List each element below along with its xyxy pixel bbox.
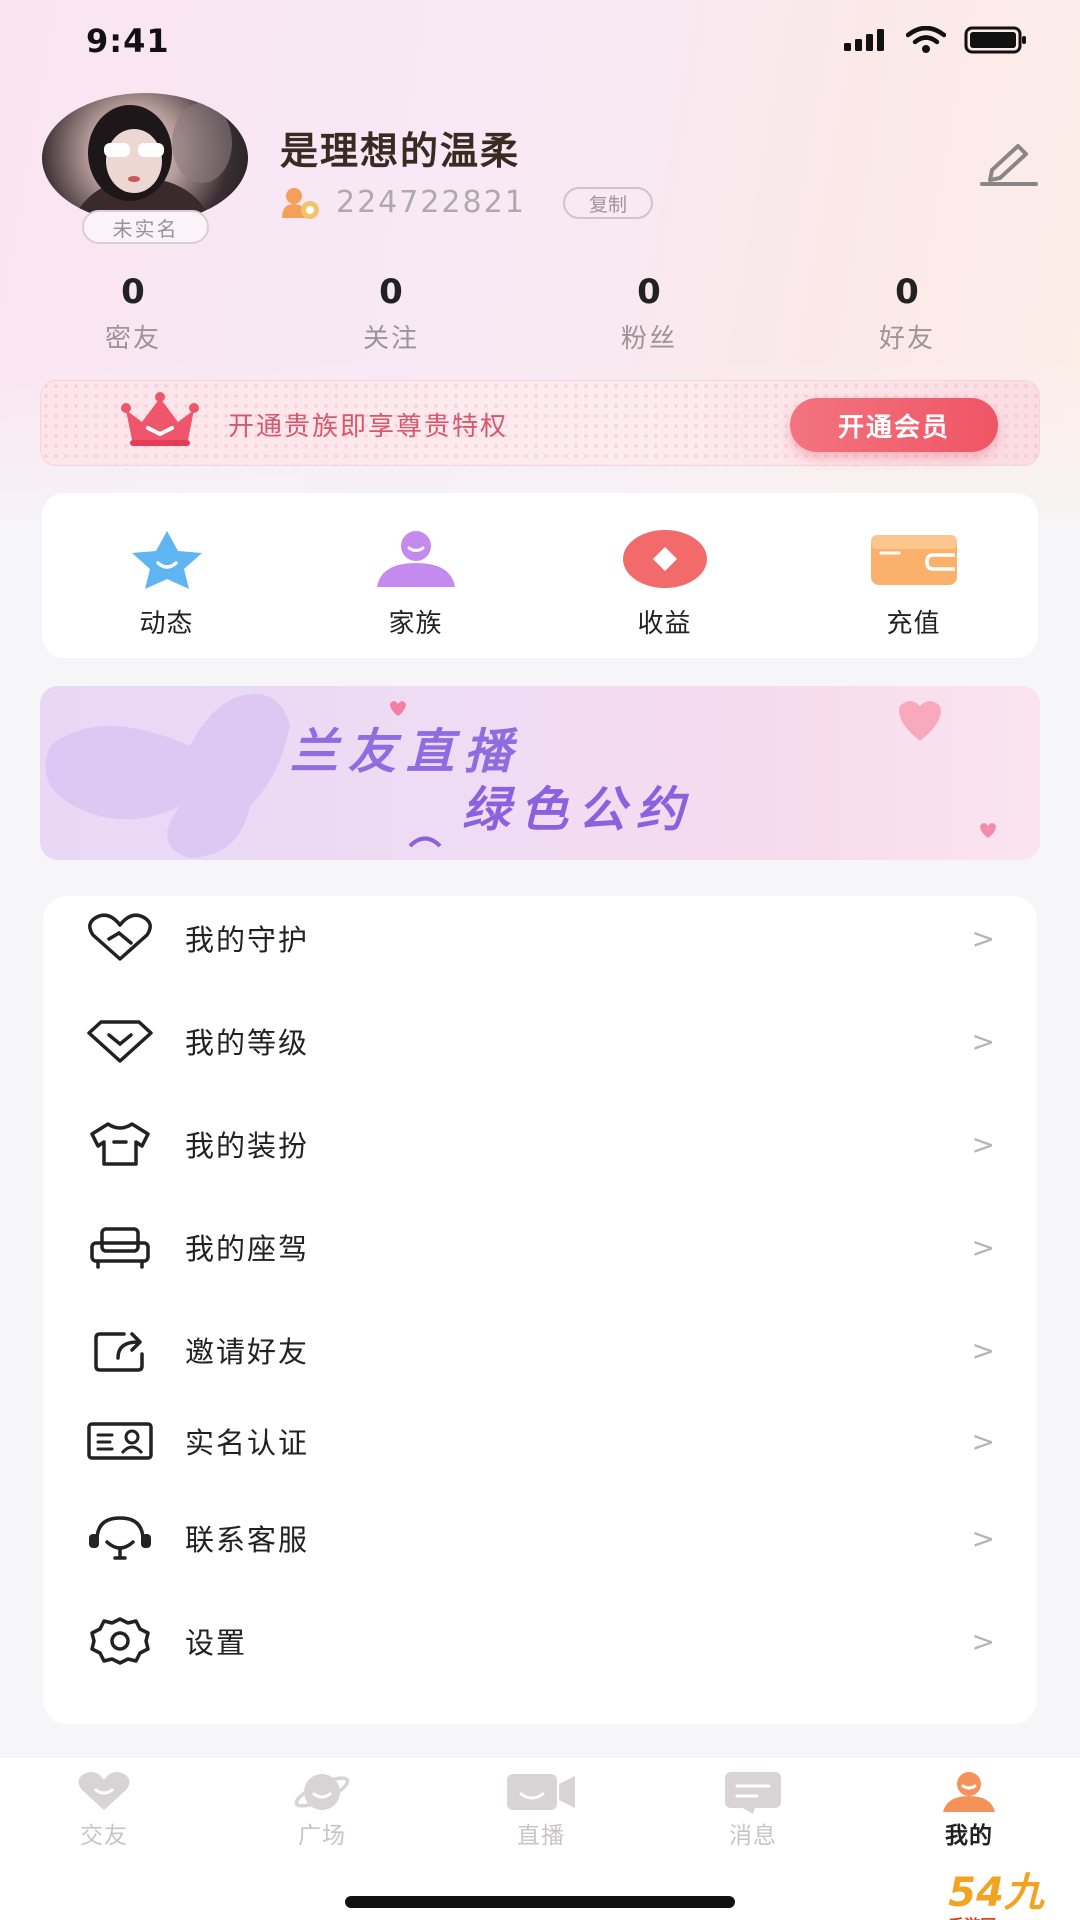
menu-item-settings[interactable]: 设置 > — [43, 1599, 1037, 1683]
home-indicator — [345, 1896, 735, 1908]
edit-icon[interactable] — [978, 140, 1040, 186]
quick-action-recharge[interactable]: 充值 — [789, 493, 1038, 658]
stat-value: 0 — [121, 272, 145, 312]
quick-actions: 动态 家族 收益 充值 — [42, 493, 1038, 658]
menu-label: 邀请好友 — [185, 1335, 310, 1369]
heart-handshake-icon — [85, 908, 155, 968]
watermark-subtext: 手游网 .com.cn — [948, 1912, 1072, 1920]
watermark-text: 54九 — [948, 1870, 1044, 1916]
stat-close-friends[interactable]: 0 密友 — [4, 272, 262, 355]
share-icon — [85, 1320, 155, 1380]
menu-item-my-mount[interactable]: 我的座驾 > — [43, 1205, 1037, 1289]
quick-action-earnings[interactable]: 收益 — [540, 493, 789, 658]
car-seat-icon — [85, 1217, 155, 1277]
user-id: 224722821 — [336, 185, 526, 220]
chevron-right-icon: > — [971, 1024, 995, 1058]
tab-label: 消息 — [729, 1823, 777, 1849]
tab-dating[interactable]: 交友 — [44, 1770, 164, 1850]
tab-label: 直播 — [517, 1823, 565, 1849]
chevron-right-icon: > — [971, 1624, 995, 1658]
tab-messages[interactable]: 消息 — [693, 1770, 813, 1850]
chevron-right-icon: > — [971, 1333, 995, 1367]
quick-action-label: 充值 — [886, 609, 941, 639]
chevron-right-icon: > — [971, 1127, 995, 1161]
menu-label: 设置 — [185, 1626, 248, 1660]
quick-action-family[interactable]: 家族 — [291, 493, 540, 658]
menu-label: 我的装扮 — [185, 1129, 310, 1163]
stat-value: 0 — [637, 272, 661, 312]
status-icons — [844, 26, 1028, 54]
menu-label: 我的座驾 — [185, 1232, 310, 1266]
stat-following[interactable]: 0 关注 — [262, 272, 520, 355]
quick-action-label: 收益 — [637, 609, 692, 639]
family-icon — [371, 529, 461, 589]
open-vip-button[interactable]: 开通会员 — [790, 398, 998, 452]
menu-list: 我的守护 > 我的等级 > 我的装扮 > 我的座驾 > 邀请好友 > 实名认证 … — [43, 896, 1037, 1724]
verify-badge[interactable]: 未实名 — [82, 210, 209, 244]
tab-label: 广场 — [298, 1823, 346, 1849]
diamond-icon — [85, 1011, 155, 1071]
tab-square[interactable]: 广场 — [262, 1770, 382, 1850]
menu-item-my-level[interactable]: 我的等级 > — [43, 999, 1037, 1083]
heart-tab-icon — [78, 1772, 130, 1810]
chevron-right-icon: > — [971, 1230, 995, 1264]
menu-item-my-guard[interactable]: 我的守护 > — [43, 896, 1037, 980]
stat-label: 密友 — [104, 324, 161, 354]
promo-line-2: 绿色公约 — [462, 782, 695, 838]
stat-value: 0 — [379, 272, 403, 312]
menu-label: 我的等级 — [185, 1026, 310, 1060]
battery-icon — [964, 26, 1026, 54]
quick-action-label: 家族 — [388, 609, 443, 639]
stat-friends[interactable]: 0 好友 — [778, 272, 1036, 355]
earnings-icon — [620, 529, 710, 589]
chevron-right-icon: > — [971, 1424, 995, 1458]
headset-icon — [85, 1508, 155, 1568]
stat-label: 好友 — [878, 324, 935, 354]
menu-item-my-outfit[interactable]: 我的装扮 > — [43, 1102, 1037, 1186]
quick-action-label: 动态 — [139, 609, 194, 639]
stat-label: 粉丝 — [620, 324, 677, 354]
crown-icon — [121, 392, 199, 446]
stats-row: 0 密友 0 关注 0 粉丝 0 好友 — [44, 272, 1036, 355]
watermark-logo: 54九 手游网 .com.cn — [948, 1860, 1072, 1920]
chevron-right-icon: > — [971, 921, 995, 955]
message-tab-icon — [725, 1772, 781, 1814]
stat-label: 关注 — [362, 324, 419, 354]
tab-label: 我的 — [945, 1823, 993, 1849]
status-time: 9:41 — [86, 22, 170, 60]
menu-label: 联系客服 — [185, 1523, 310, 1557]
quick-action-moments[interactable]: 动态 — [42, 493, 291, 658]
planet-tab-icon — [294, 1774, 350, 1810]
profile-tab-icon — [943, 1772, 995, 1812]
avatar[interactable] — [42, 93, 248, 223]
wifi-icon — [906, 26, 946, 53]
menu-item-invite-friends[interactable]: 邀请好友 > — [43, 1308, 1037, 1392]
tab-label: 交友 — [80, 1823, 128, 1849]
gear-icon — [85, 1611, 155, 1671]
vip-banner-text: 开通贵族即享尊贵特权 — [228, 412, 509, 442]
tab-live[interactable]: 直播 — [481, 1770, 601, 1850]
menu-item-real-name[interactable]: 实名认证 > — [43, 1399, 1037, 1483]
id-card-icon — [85, 1411, 155, 1471]
signal-icon — [844, 29, 884, 51]
stat-fans[interactable]: 0 粉丝 — [520, 272, 778, 355]
menu-item-customer-service[interactable]: 联系客服 > — [43, 1496, 1037, 1580]
star-icon — [122, 529, 212, 589]
tshirt-icon — [85, 1114, 155, 1174]
user-id-icon — [282, 188, 319, 219]
menu-label: 实名认证 — [185, 1426, 310, 1460]
tab-mine[interactable]: 我的 — [909, 1770, 1029, 1850]
menu-label: 我的守护 — [185, 923, 310, 957]
camera-tab-icon — [507, 1774, 575, 1810]
stat-value: 0 — [895, 272, 919, 312]
nickname: 是理想的温柔 — [280, 129, 521, 173]
wallet-icon — [869, 529, 959, 589]
chevron-right-icon: > — [971, 1521, 995, 1555]
avatar-photo — [73, 103, 232, 223]
copy-button[interactable]: 复制 — [563, 187, 653, 219]
